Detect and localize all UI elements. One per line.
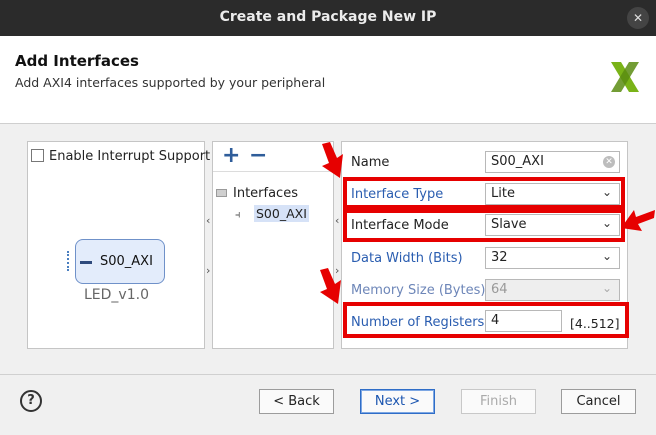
data-width-select[interactable]: 32 ⌄ bbox=[485, 247, 620, 269]
enable-interrupt-label: Enable Interrupt Support bbox=[49, 149, 211, 164]
highlight-interface-type bbox=[343, 177, 625, 209]
interfaces-tree-panel: + − Interfaces ⫞ S00_AXI bbox=[212, 141, 334, 349]
page-title: Add Interfaces bbox=[15, 52, 139, 70]
tree-toolbar: + − bbox=[213, 142, 333, 172]
bus-port-icon bbox=[80, 261, 92, 264]
ip-port-label: S00_AXI bbox=[100, 254, 153, 269]
tree-item-s00-axi[interactable]: ⫞ S00_AXI bbox=[235, 205, 309, 222]
expand-arrow-icon[interactable]: › bbox=[206, 264, 210, 277]
window-title: Create and Package New IP bbox=[219, 9, 437, 25]
memory-size-select: 64 ⌄ bbox=[485, 279, 620, 301]
wizard-content: Enable Interrupt Support S00_AXI LED_v1.… bbox=[0, 124, 656, 374]
memory-size-value: 64 bbox=[491, 282, 508, 297]
finish-button: Finish bbox=[461, 389, 536, 414]
wizard-header: Add Interfaces Add AXI4 interfaces suppo… bbox=[0, 36, 656, 124]
ip-symbol-panel: Enable Interrupt Support S00_AXI LED_v1.… bbox=[27, 141, 210, 349]
clear-icon[interactable]: ✕ bbox=[603, 156, 615, 168]
cancel-button[interactable]: Cancel bbox=[561, 389, 636, 414]
interface-icon: ⫞ bbox=[235, 208, 241, 221]
tree-item-label: S00_AXI bbox=[254, 205, 309, 222]
enable-interrupt-checkbox[interactable]: Enable Interrupt Support bbox=[31, 149, 210, 164]
name-value: S00_AXI bbox=[491, 154, 544, 169]
annotation-arrow-icon bbox=[621, 210, 655, 231]
next-button[interactable]: Next > bbox=[360, 389, 435, 414]
remove-interface-button[interactable]: − bbox=[249, 143, 267, 168]
checkbox-icon[interactable] bbox=[31, 149, 44, 162]
name-field[interactable]: S00_AXI ✕ bbox=[485, 151, 620, 173]
chevron-down-icon: ⌄ bbox=[601, 281, 612, 295]
annotation-arrow-icon bbox=[322, 142, 343, 178]
help-button[interactable]: ? bbox=[20, 390, 42, 412]
page-subtitle: Add AXI4 interfaces supported by your pe… bbox=[15, 75, 326, 90]
wizard-footer: ? < Back Next > Finish Cancel bbox=[0, 374, 656, 435]
tree-root-interfaces[interactable]: Interfaces bbox=[216, 186, 298, 201]
annotation-arrow-icon bbox=[320, 268, 341, 304]
ip-name-label: LED_v1.0 bbox=[84, 287, 149, 303]
data-width-value: 32 bbox=[491, 250, 508, 265]
ip-block-symbol: S00_AXI bbox=[75, 239, 165, 284]
tree-root-label: Interfaces bbox=[233, 186, 298, 201]
port-connector-icon bbox=[67, 251, 71, 271]
collapse-arrow-icon[interactable]: ‹ bbox=[206, 214, 210, 227]
highlight-num-registers bbox=[343, 302, 629, 338]
data-width-label: Data Width (Bits) bbox=[351, 251, 463, 266]
folder-icon bbox=[216, 189, 227, 197]
close-icon[interactable]: ✕ bbox=[627, 7, 649, 29]
collapse-arrow-icon[interactable]: ‹ bbox=[335, 214, 339, 227]
chevron-down-icon: ⌄ bbox=[601, 249, 612, 263]
memory-size-label: Memory Size (Bytes) bbox=[351, 283, 486, 298]
highlight-interface-mode bbox=[343, 209, 625, 242]
add-interface-button[interactable]: + bbox=[222, 143, 240, 168]
xilinx-logo-icon bbox=[611, 62, 639, 92]
title-bar: Create and Package New IP ✕ bbox=[0, 0, 656, 36]
back-button[interactable]: < Back bbox=[259, 389, 334, 414]
name-label: Name bbox=[351, 155, 390, 170]
